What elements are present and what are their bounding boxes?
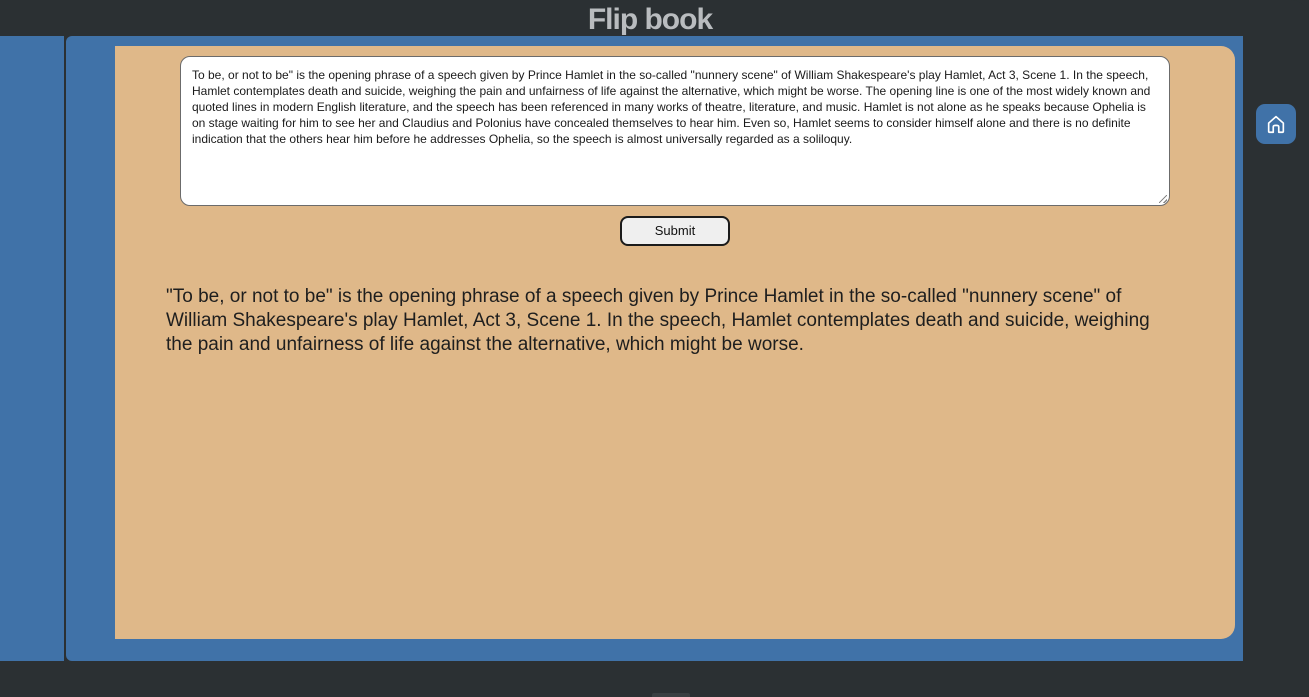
app-frame: Flip book To be, or not to be" is the op… xyxy=(0,0,1309,697)
text-input-area[interactable]: To be, or not to be" is the opening phra… xyxy=(180,56,1170,206)
bottom-tab-indicator xyxy=(652,693,690,697)
home-icon xyxy=(1267,115,1285,134)
output-text: "To be, or not to be" is the opening phr… xyxy=(166,286,1150,355)
submit-button[interactable]: Submit xyxy=(620,216,730,246)
book-page: To be, or not to be" is the opening phra… xyxy=(115,46,1235,639)
left-page-edge xyxy=(0,36,64,661)
resize-handle[interactable] xyxy=(1159,195,1167,203)
home-button[interactable] xyxy=(1256,104,1296,144)
text-input-content[interactable]: To be, or not to be" is the opening phra… xyxy=(192,68,1150,146)
app-title: Flip book xyxy=(587,3,713,36)
